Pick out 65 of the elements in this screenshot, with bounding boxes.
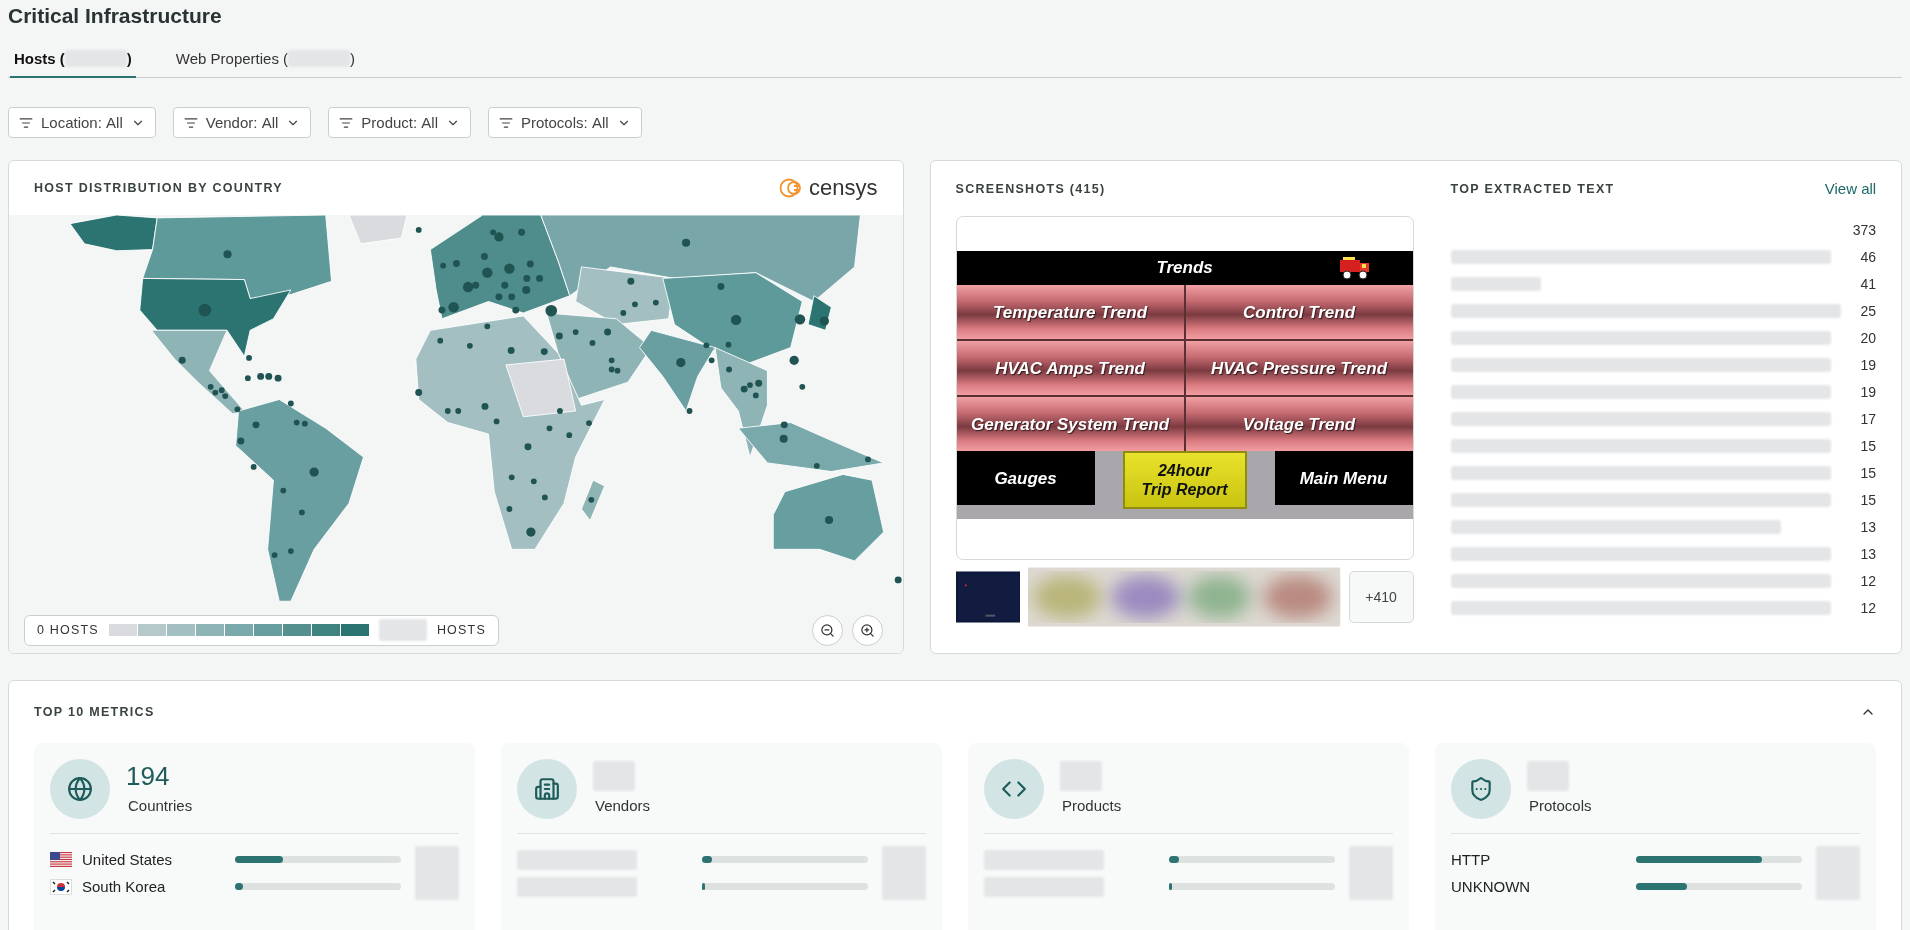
us-flag-icon	[50, 851, 72, 868]
text-count: 373	[1852, 221, 1877, 238]
hmi-button[interactable]: HVAC Amps Trend	[956, 341, 1184, 395]
hmi-button[interactable]: Main Menu	[1274, 451, 1413, 505]
filter-icon	[339, 115, 354, 130]
logo-text: censys	[809, 175, 878, 201]
filter-dropdown[interactable]: Location: All	[8, 107, 156, 138]
hmi-button[interactable]: 24hour Trip Report	[1122, 451, 1247, 509]
legend-label: 0 HOSTS	[37, 623, 99, 637]
text-count: 15	[1860, 464, 1877, 481]
filter-dropdown[interactable]: Vendor: All	[172, 107, 312, 138]
filter-icon	[499, 115, 513, 130]
hmi-button[interactable]: Voltage Trend	[1185, 397, 1413, 451]
hmi-button[interactable]: HVAC Pressure Trend	[1185, 341, 1413, 395]
text-count: 12	[1860, 599, 1877, 616]
zoom-out-icon	[819, 622, 835, 638]
text-count: 46	[1860, 248, 1877, 265]
hmi-button[interactable]: Temperature Trend	[956, 285, 1184, 339]
filter-dropdown[interactable]: Product: All	[328, 107, 471, 138]
building-icon	[534, 776, 560, 802]
text-count: 13	[1860, 518, 1877, 535]
hmi-button[interactable]: Generator System Trend	[956, 397, 1184, 451]
screenshot-preview[interactable]: Trends Temperature Trend Control Trend HVAC Amps Trend HVAC Pressure Trend Generator System Trend Voltage Trend Gauges 24hour Trip Report Main Menu	[955, 216, 1414, 560]
text-count: 19	[1860, 356, 1877, 373]
metric-item-name: United States	[82, 851, 174, 868]
shield-icon	[1468, 776, 1494, 802]
legend-label: HOSTS	[436, 623, 486, 637]
hmi-button[interactable]: Control Trend	[1185, 285, 1413, 339]
south-korea-flag-icon	[50, 878, 72, 895]
metric-value: 194	[126, 761, 171, 791]
globe-icon	[67, 776, 93, 802]
redacted-text	[378, 619, 427, 641]
filter-dropdown[interactable]: Protocols: All	[488, 107, 642, 138]
metric-label: Countries	[127, 797, 193, 814]
zoom-in-button[interactable]	[851, 614, 883, 646]
metric-item-name: South Korea	[82, 878, 167, 895]
tab[interactable]: Web Properties ( )	[171, 50, 360, 78]
tab[interactable]: Hosts ( )	[10, 50, 136, 78]
metric-item-name: UNKNOWN	[1451, 878, 1532, 895]
hmi-title: Trends	[1156, 258, 1213, 278]
text-count: 15	[1860, 491, 1877, 508]
text-count: 25	[1860, 302, 1877, 319]
card-title: SCREENSHOTS (415)	[955, 181, 1106, 196]
metric-item-name: HTTP	[1451, 851, 1492, 868]
view-all-link[interactable]: View all	[1824, 180, 1877, 197]
metric-label: Vendors	[594, 797, 651, 814]
card-title: TOP EXTRACTED TEXT	[1450, 181, 1615, 196]
text-count: 15	[1860, 437, 1877, 454]
more-screenshots-button[interactable]: +410	[1348, 571, 1414, 623]
text-count: 41	[1860, 275, 1877, 292]
hmi-button[interactable]: Gauges	[956, 451, 1095, 505]
metric-label: Protocols	[1528, 797, 1592, 814]
filter-icon	[183, 115, 198, 130]
text-count: 12	[1860, 572, 1877, 589]
metric-label: Products	[1061, 797, 1122, 814]
page-title: Critical Infrastructure	[8, 3, 223, 29]
zoom-in-icon	[859, 622, 875, 638]
zoom-out-button[interactable]	[811, 614, 843, 646]
panel-title: TOP 10 METRICS	[34, 705, 155, 719]
filter-icon	[19, 115, 33, 130]
text-count: 19	[1860, 383, 1877, 400]
card-title: HOST DISTRIBUTION BY COUNTRY	[34, 181, 283, 195]
text-count: 13	[1860, 545, 1877, 562]
text-count: 17	[1860, 410, 1877, 427]
text-count: 20	[1860, 329, 1877, 346]
